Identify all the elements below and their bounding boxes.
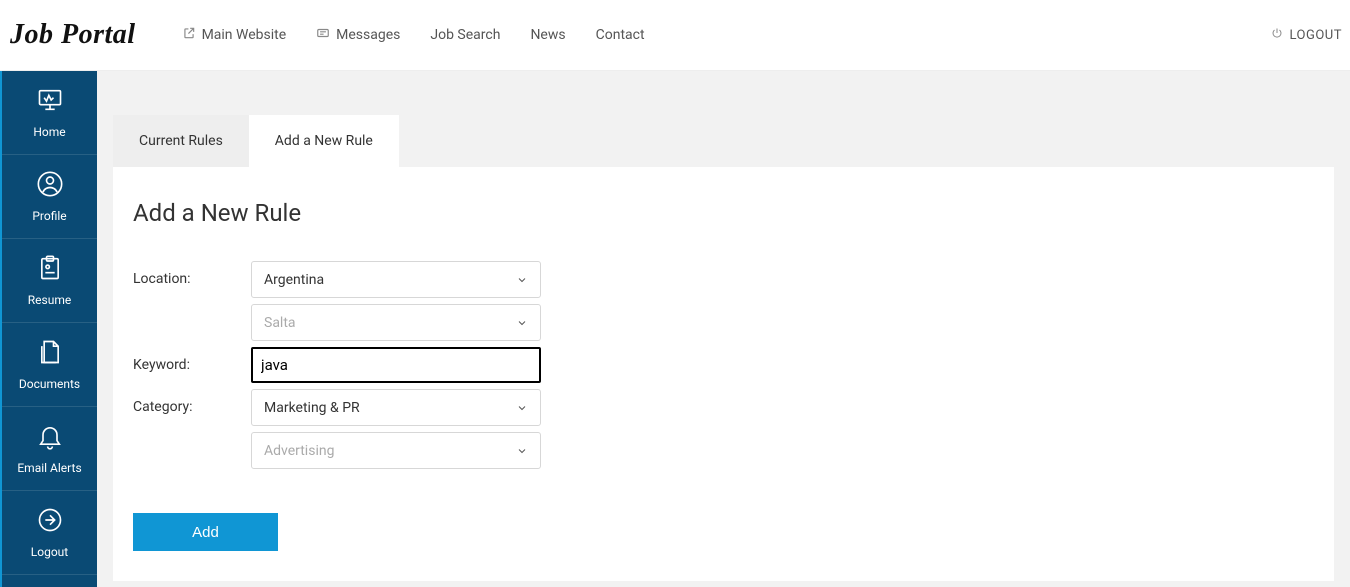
page-title: Add a New Rule xyxy=(133,199,1314,227)
nav-label: News xyxy=(530,27,565,43)
main-content: Current Rules Add a New Rule Add a New R… xyxy=(97,71,1350,587)
label-location: Location: xyxy=(133,261,251,287)
select-country[interactable]: Argentina xyxy=(251,261,541,298)
top-nav: Main Website Messages Job Search News Co… xyxy=(182,26,645,44)
nav-main-website[interactable]: Main Website xyxy=(182,26,287,44)
row-location: Location: Argentina Salta xyxy=(133,261,1314,341)
sidebar-item-label: Home xyxy=(33,125,65,139)
monitor-icon xyxy=(36,86,64,117)
document-icon xyxy=(36,338,64,369)
sidebar-item-profile[interactable]: Profile xyxy=(2,155,97,239)
select-value: Salta xyxy=(264,315,296,331)
select-value: Argentina xyxy=(264,272,324,288)
nav-label: Job Search xyxy=(430,27,500,43)
bell-icon xyxy=(36,422,64,453)
power-icon xyxy=(1271,27,1283,43)
chevron-down-icon xyxy=(516,274,528,286)
chevron-down-icon xyxy=(516,317,528,329)
sidebar-item-email-alerts[interactable]: Email Alerts xyxy=(2,407,97,491)
row-category: Category: Marketing & PR Advertising xyxy=(133,389,1314,469)
nav-label: Messages xyxy=(336,27,400,43)
tabs: Current Rules Add a New Rule xyxy=(113,115,1334,167)
nav-job-search[interactable]: Job Search xyxy=(430,27,500,43)
input-keyword[interactable] xyxy=(251,347,541,383)
sidebar-item-label: Resume xyxy=(28,293,71,307)
chevron-down-icon xyxy=(516,402,528,414)
select-value: Marketing & PR xyxy=(264,400,360,416)
message-icon xyxy=(316,26,330,44)
logout-link-top[interactable]: LOGOUT xyxy=(1271,27,1342,43)
user-icon xyxy=(36,170,64,201)
sidebar-item-label: Logout xyxy=(31,545,68,559)
nav-label: Main Website xyxy=(202,27,287,43)
select-subcategory[interactable]: Advertising xyxy=(251,432,541,469)
tab-add-new-rule[interactable]: Add a New Rule xyxy=(249,115,399,167)
sidebar-item-logout[interactable]: Logout xyxy=(2,491,97,575)
brand-logo: Job Portal xyxy=(10,19,136,51)
nav-contact[interactable]: Contact xyxy=(596,27,645,43)
nav-label: Contact xyxy=(596,27,645,43)
label-category: Category: xyxy=(133,389,251,415)
add-button[interactable]: Add xyxy=(133,513,278,551)
external-link-icon xyxy=(182,26,196,44)
sidebar: Home Profile Resume Documents Email Aler… xyxy=(0,71,97,587)
header: Job Portal Main Website Messages Job Sea… xyxy=(0,0,1350,71)
arrow-right-circle-icon xyxy=(36,506,64,537)
clipboard-icon xyxy=(36,254,64,285)
nav-messages[interactable]: Messages xyxy=(316,26,400,44)
logout-label: LOGOUT xyxy=(1289,28,1342,43)
sidebar-item-label: Profile xyxy=(32,209,66,223)
sidebar-item-home[interactable]: Home xyxy=(2,71,97,155)
sidebar-item-resume[interactable]: Resume xyxy=(2,239,97,323)
row-keyword: Keyword: xyxy=(133,347,1314,383)
sidebar-item-documents[interactable]: Documents xyxy=(2,323,97,407)
card: Add a New Rule Location: Argentina Salta xyxy=(113,167,1334,581)
chevron-down-icon xyxy=(516,445,528,457)
select-category[interactable]: Marketing & PR xyxy=(251,389,541,426)
nav-news[interactable]: News xyxy=(530,27,565,43)
select-value: Advertising xyxy=(264,443,334,459)
tab-current-rules[interactable]: Current Rules xyxy=(113,115,249,167)
label-keyword: Keyword: xyxy=(133,347,251,373)
select-region[interactable]: Salta xyxy=(251,304,541,341)
sidebar-item-label: Email Alerts xyxy=(17,461,81,475)
sidebar-item-label: Documents xyxy=(19,377,80,391)
